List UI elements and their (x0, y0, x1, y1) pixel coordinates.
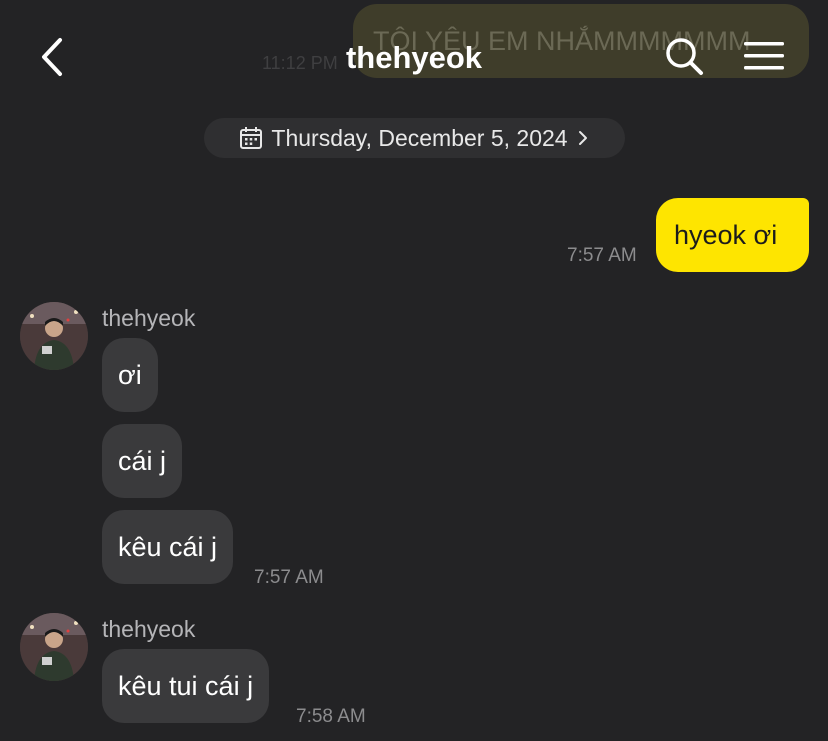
profile-photo (20, 613, 88, 681)
incoming-message-bubble[interactable]: kêu cái j (102, 510, 234, 584)
search-icon (666, 38, 703, 75)
incoming-message-bubble[interactable]: ơi (102, 338, 158, 412)
chevron-right-icon (578, 131, 587, 145)
incoming-message-bubble[interactable]: kêu tui cái j (102, 649, 270, 723)
outgoing-message-bubble[interactable]: hyeok ơi (656, 198, 809, 272)
profile-photo (20, 302, 88, 370)
search-button[interactable] (662, 34, 706, 78)
avatar[interactable] (20, 302, 88, 370)
avatar[interactable] (20, 613, 88, 681)
calendar-icon (240, 127, 263, 149)
menu-button[interactable] (742, 36, 786, 76)
date-divider[interactable]: Thursday, December 5, 2024 (204, 118, 625, 158)
message-time: 7:58 AM (296, 706, 366, 727)
sender-name: thehyeok (102, 305, 196, 331)
incoming-message-bubble[interactable]: cái j (102, 424, 183, 498)
date-label: Thursday, December 5, 2024 (271, 124, 568, 151)
sender-name: thehyeok (102, 616, 196, 642)
message-time: 7:57 AM (567, 245, 637, 266)
message-time: 7:57 AM (254, 567, 324, 588)
hamburger-menu-icon (744, 42, 784, 70)
